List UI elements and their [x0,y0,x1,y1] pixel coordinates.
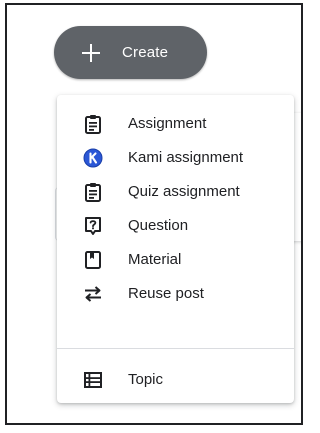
menu-item-label: Topic [128,371,164,388]
menu-item-label: Reuse post [128,285,204,302]
menu-item-reuse-post[interactable]: Reuse post [57,277,294,311]
menu-item-label: Quiz assignment [128,183,240,200]
plus-icon [82,43,100,62]
material-icon [83,250,103,270]
menu-item-kami-assignment[interactable]: Kami assignment [57,141,294,175]
menu-item-label: Question [128,217,189,234]
quiz-assignment-icon [83,182,103,202]
menu-item-label: Assignment [128,115,207,132]
topic-icon [83,370,103,390]
reuse-icon [83,284,103,304]
create-button[interactable]: Create [54,26,207,79]
menu-item-material[interactable]: Material [57,243,294,277]
assignment-icon [83,114,103,134]
create-menu: Assignment Kami assignment Quiz assignme… [57,95,294,403]
menu-item-question[interactable]: Question [57,209,294,243]
window-frame: ay Create Assignment [5,3,303,425]
menu-divider [57,348,294,349]
menu-item-label: Material [128,251,182,268]
create-button-label: Create [122,44,169,61]
kami-icon [83,148,103,168]
menu-item-topic[interactable]: Topic [57,363,294,397]
question-icon [83,216,103,236]
menu-item-label: Kami assignment [128,149,244,166]
menu-item-quiz-assignment[interactable]: Quiz assignment [57,175,294,209]
menu-item-assignment[interactable]: Assignment [57,107,294,141]
